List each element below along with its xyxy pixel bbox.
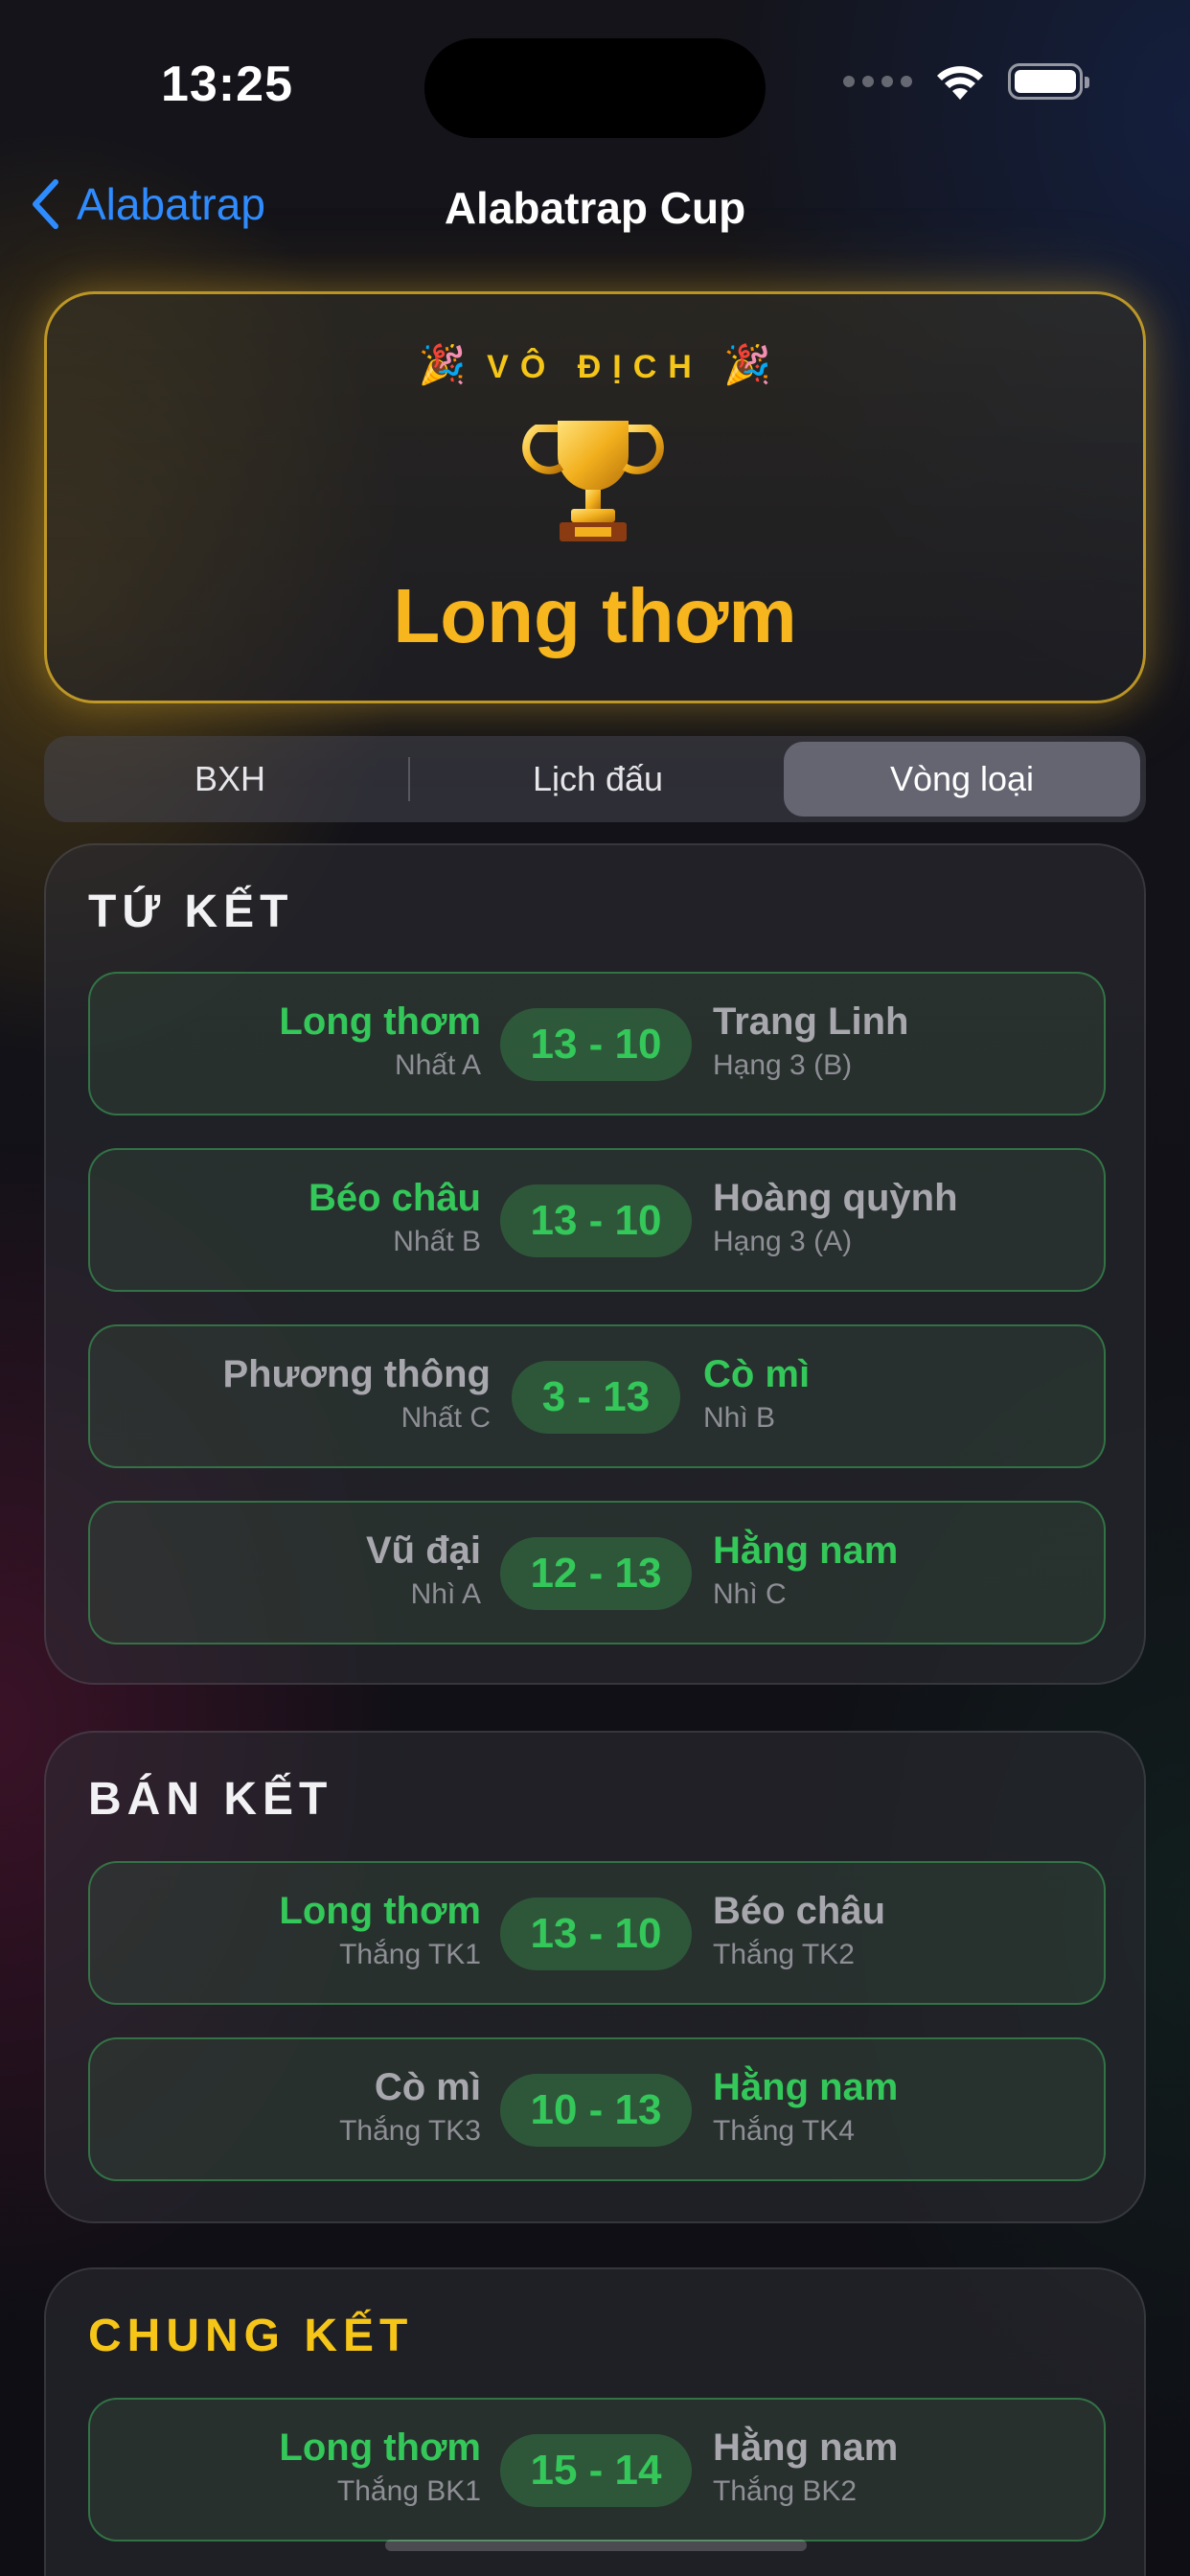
tab-schedule[interactable]: Lịch đấu (418, 742, 778, 816)
page-title: Alabatrap Cup (444, 183, 746, 233)
party-popper-icon: 🎉 (723, 344, 772, 386)
match-score: 13 - 10 (500, 1008, 692, 1081)
match-score: 3 - 13 (512, 1361, 680, 1434)
home-team: Vũ đại Nhì A (366, 1530, 481, 1611)
battery-icon (1008, 63, 1089, 100)
champion-title: VÔ ĐỊCH (487, 349, 703, 385)
match-card[interactable]: Phương thông Nhất C 3 - 13 Cò mì Nhì B (88, 1324, 1106, 1468)
match-card[interactable]: Béo châu Nhất B 13 - 10 Hoàng quỳnh Hạng… (88, 1148, 1106, 1292)
match-score: 13 - 10 (500, 1898, 692, 1970)
home-team-seed: Nhất B (393, 1226, 481, 1257)
match-score: 12 - 13 (500, 1537, 692, 1610)
home-team: Béo châu Nhất B (309, 1177, 481, 1258)
cellular-signal-icon (843, 76, 912, 87)
away-team-name: Hoàng quỳnh (713, 1177, 958, 1219)
home-team-name: Phương thông (222, 1353, 491, 1395)
home-team-name: Béo châu (308, 1177, 481, 1219)
away-team-name: Cò mì (703, 1353, 811, 1395)
away-team: Béo châu Thắng TK2 (713, 1890, 885, 1971)
away-team-name: Hằng nam (713, 2066, 899, 2108)
home-team-name: Cò mì (374, 2066, 481, 2108)
away-team: Cò mì Nhì B (703, 1353, 810, 1435)
tab-knockout[interactable]: Vòng loại (784, 742, 1140, 816)
match-card[interactable]: Cò mì Thắng TK3 10 - 13 Hằng nam Thắng T… (88, 2037, 1106, 2181)
away-team-seed: Hạng 3 (A) (713, 1226, 853, 1257)
trophy-icon (522, 421, 664, 541)
match-card[interactable]: Long thơm Thắng TK1 13 - 10 Béo châu Thắ… (88, 1861, 1106, 2005)
home-team-name: Long thơm (279, 1890, 481, 1932)
match-score: 10 - 13 (500, 2074, 692, 2147)
champion-label: 🎉 VÔ ĐỊCH 🎉 (47, 342, 1143, 387)
home-team-name: Long thơm (279, 2426, 481, 2469)
round-title: TỨ KẾT (88, 886, 294, 937)
round-final: CHUNG KẾT Long thơm Thắng BK1 15 - 14 Hằ… (44, 2267, 1146, 2576)
away-team: Hằng nam Nhì C (713, 1530, 898, 1611)
away-team: Hoàng quỳnh Hạng 3 (A) (713, 1177, 958, 1258)
away-team-seed: Nhì C (713, 1578, 787, 1610)
match-card[interactable]: Long thơm Nhất A 13 - 10 Trang Linh Hạng… (88, 972, 1106, 1116)
home-team: Long thơm Thắng BK1 (279, 2426, 481, 2508)
round-title: CHUNG KẾT (88, 2311, 414, 2361)
away-team-seed: Thắng TK2 (713, 1939, 855, 1970)
away-team-name: Trang Linh (713, 1000, 909, 1043)
round-title: BÁN KẾT (88, 1774, 333, 1825)
home-team-name: Vũ đại (365, 1530, 481, 1572)
screen: 13:25 Alabatrap Alabatrap Cup 🎉 VÔ ĐỊCH … (0, 0, 1190, 2576)
home-team-seed: Nhì A (410, 1578, 481, 1610)
tab-divider (408, 757, 410, 801)
wifi-icon (937, 66, 983, 100)
away-team: Trang Linh Hạng 3 (B) (713, 1000, 908, 1082)
away-team-seed: Nhì B (703, 1402, 776, 1434)
away-team-seed: Hạng 3 (B) (713, 1049, 853, 1081)
away-team-name: Hằng nam (713, 1530, 899, 1572)
home-team: Cò mì Thắng TK3 (339, 2066, 481, 2148)
home-team: Long thơm Nhất A (279, 1000, 481, 1082)
status-time: 13:25 (161, 57, 293, 112)
home-team-seed: Nhất A (394, 1049, 481, 1081)
dynamic-island (424, 38, 766, 138)
home-team-seed: Thắng TK3 (339, 2115, 481, 2147)
home-team-seed: Thắng BK1 (336, 2475, 481, 2507)
away-team-name: Hằng nam (713, 2426, 899, 2469)
home-team-name: Long thơm (279, 1000, 481, 1043)
match-score: 15 - 14 (500, 2434, 692, 2507)
away-team-seed: Thắng TK4 (713, 2115, 855, 2147)
away-team: Hằng nam Thắng BK2 (713, 2426, 898, 2508)
round-semifinal: BÁN KẾT Long thơm Thắng TK1 13 - 10 Béo … (44, 1731, 1146, 2223)
tab-standings[interactable]: BXH (50, 742, 410, 816)
home-team-seed: Thắng TK1 (339, 1939, 481, 1970)
home-team-seed: Nhất C (400, 1402, 491, 1434)
match-card[interactable]: Long thơm Thắng BK1 15 - 14 Hằng nam Thắ… (88, 2398, 1106, 2542)
match-card[interactable]: Vũ đại Nhì A 12 - 13 Hằng nam Nhì C (88, 1501, 1106, 1644)
away-team-seed: Thắng BK2 (713, 2475, 858, 2507)
status-icons (843, 61, 1089, 102)
champion-name: Long thơm (393, 573, 797, 658)
champion-card: 🎉 VÔ ĐỊCH 🎉 Long thơm (44, 291, 1146, 703)
away-team: Hằng nam Thắng TK4 (713, 2066, 898, 2148)
view-segmented-control: BXH Lịch đấu Vòng loại (44, 736, 1146, 822)
home-team: Phương thông Nhất C (222, 1353, 491, 1435)
home-team: Long thơm Thắng TK1 (279, 1890, 481, 1971)
away-team-name: Béo châu (713, 1890, 886, 1932)
round-quarterfinal: TỨ KẾT Long thơm Nhất A 13 - 10 Trang Li… (44, 843, 1146, 1685)
home-indicator (385, 2540, 807, 2551)
party-popper-icon: 🎉 (418, 344, 467, 386)
match-score: 13 - 10 (500, 1184, 692, 1257)
